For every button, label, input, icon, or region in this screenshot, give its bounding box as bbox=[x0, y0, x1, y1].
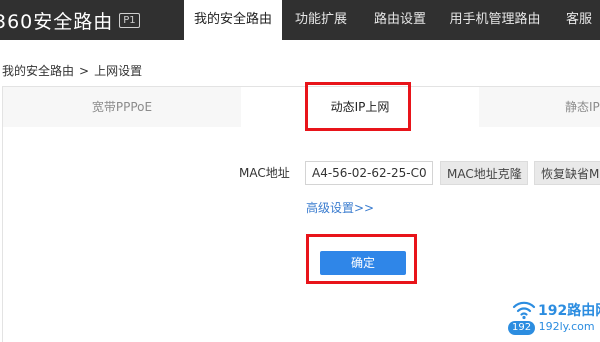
logo-text: 360安全路由 bbox=[0, 10, 114, 33]
highlight-box-tab bbox=[305, 82, 411, 131]
watermark-url-prefix: 192 bbox=[508, 321, 536, 335]
wifi-icon bbox=[512, 301, 536, 320]
main-nav: 我的安全路由 功能扩展 路由设置 用手机管理路由 客服 bbox=[184, 0, 600, 40]
model-badge: P1 bbox=[119, 12, 140, 28]
breadcrumb-separator: > bbox=[79, 64, 90, 78]
advanced-settings-link[interactable]: 高级设置>> bbox=[306, 199, 374, 216]
restore-default-mac-button[interactable]: 恢复缺省M bbox=[534, 161, 600, 185]
tab-static-ip[interactable]: 静态IP bbox=[479, 87, 600, 127]
watermark-name: 192路由网 bbox=[538, 303, 600, 319]
nav-item-support[interactable]: 客服 bbox=[550, 0, 600, 40]
nav-item-router-settings[interactable]: 路由设置 bbox=[360, 0, 440, 40]
tab-pppoe[interactable]: 宽带PPPoE bbox=[3, 87, 241, 127]
nav-item-my-router[interactable]: 我的安全路由 bbox=[184, 0, 282, 40]
mac-clone-button[interactable]: MAC地址克隆 bbox=[440, 161, 528, 185]
breadcrumb: 我的安全路由 > 上网设置 bbox=[2, 62, 142, 79]
nav-item-mobile-manage[interactable]: 用手机管理路由 bbox=[440, 0, 550, 40]
breadcrumb-parent[interactable]: 我的安全路由 bbox=[2, 64, 74, 78]
router-logo[interactable]: 360安全路由 P1 bbox=[0, 8, 140, 33]
breadcrumb-current: 上网设置 bbox=[94, 64, 143, 78]
watermark: 192路由网 192 192ly.com bbox=[508, 296, 600, 340]
watermark-url-text: 192ly.com bbox=[538, 320, 595, 333]
nav-item-extensions[interactable]: 功能扩展 bbox=[282, 0, 360, 40]
mac-address-label: MAC地址 bbox=[239, 166, 290, 180]
mac-address-input[interactable] bbox=[305, 161, 433, 185]
watermark-url: 192 192ly.com bbox=[508, 320, 595, 336]
highlight-box-confirm bbox=[306, 234, 417, 284]
top-navbar: 360安全路由 P1 我的安全路由 功能扩展 路由设置 用手机管理路由 客服 bbox=[0, 0, 600, 40]
connection-type-tabs: 宽带PPPoE 动态IP上网 静态IP bbox=[3, 87, 600, 127]
